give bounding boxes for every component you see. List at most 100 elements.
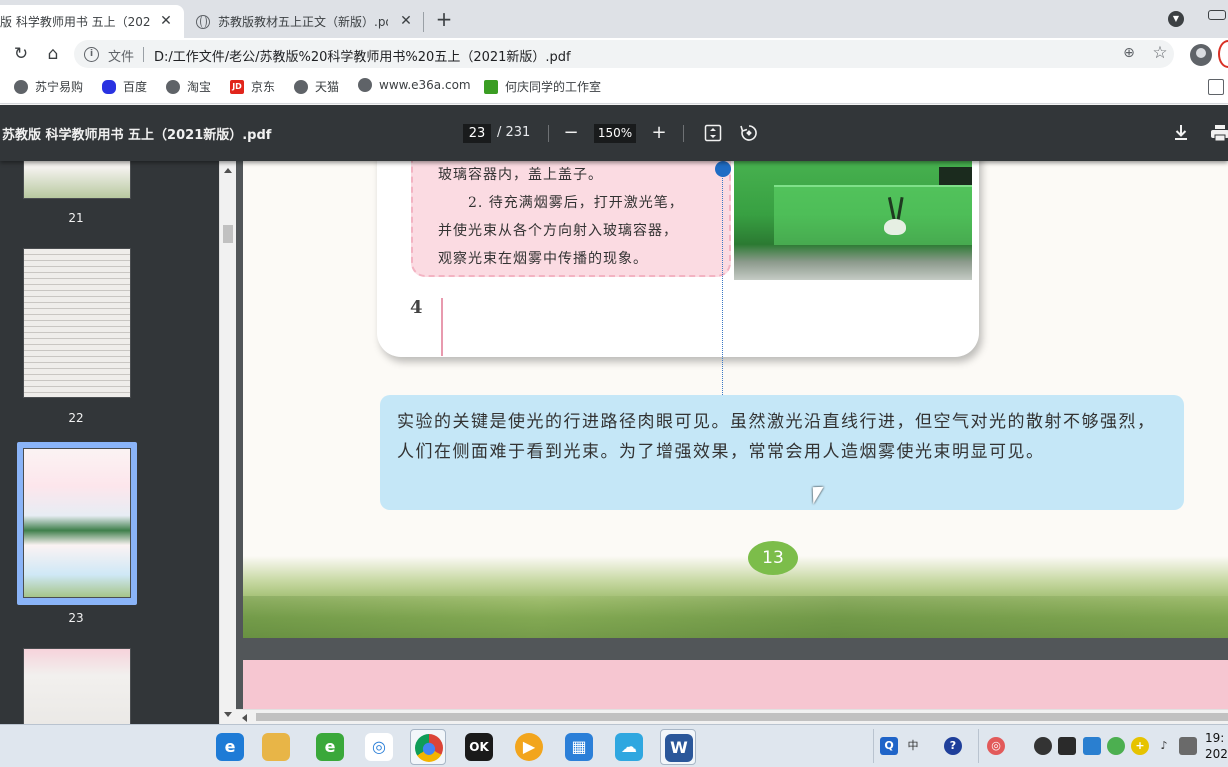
bookmark-suning[interactable]: 苏宁易购 <box>14 78 83 95</box>
app-tray-icon[interactable]: ◎ <box>987 737 1005 755</box>
leaf-icon <box>484 79 498 94</box>
document-viewport[interactable]: 玻璃容器内，盖上盖子。 2. 待充满烟雾后，打开激光笔， 并使光束从各个方向射入… <box>236 161 1228 709</box>
tray-icon[interactable] <box>1107 737 1125 755</box>
scroll-left-arrow[interactable] <box>242 714 247 722</box>
taskbar-chrome[interactable]: ● <box>410 729 446 765</box>
bookmark-studio[interactable]: 何庆同学的工作室 <box>484 78 601 95</box>
ime-mode-label[interactable]: 中 <box>904 737 922 755</box>
taskbar-word[interactable]: W <box>660 729 696 765</box>
bookmarks-bar: 苏宁易购 百度 淘宝 JD 京东 天猫 www.e36a.com 何庆同学的工作… <box>0 70 1228 104</box>
tray-icon[interactable] <box>1034 737 1052 755</box>
annotation-anchor-dot[interactable] <box>715 161 731 177</box>
tab-pdf-second[interactable]: 苏教版教材五上正文（新版）.pd ✕ <box>186 5 424 38</box>
taskbar-recorder[interactable]: OK <box>461 729 497 765</box>
url-text[interactable]: D:/工作文件/老公/苏教版%20科学教师用书%20五上（2021新版）.pdf <box>154 46 571 65</box>
word-icon: W <box>665 734 693 762</box>
ime-q-icon[interactable]: Q <box>880 737 898 755</box>
taskbar-player[interactable]: ▶ <box>511 729 547 765</box>
bookmark-label: 百度 <box>123 80 148 94</box>
bookmark-label: 京东 <box>251 80 276 94</box>
bookmark-jd[interactable]: JD 京东 <box>230 78 275 95</box>
bookmark-taobao[interactable]: 淘宝 <box>166 78 211 95</box>
toolbar-separator <box>548 125 549 142</box>
help-icon[interactable]: ? <box>944 737 962 755</box>
zoom-in-button[interactable]: + <box>647 121 671 145</box>
clock[interactable]: 19: 202 <box>1205 730 1228 762</box>
fit-page-icon[interactable] <box>701 121 725 145</box>
extension-icon[interactable] <box>1218 40 1228 68</box>
bookmark-label: 淘宝 <box>187 80 212 94</box>
zoom-icon[interactable]: ⊕ <box>1120 45 1138 63</box>
security-label: 文件 <box>108 50 135 65</box>
address-bar[interactable]: i 文件 D:/工作文件/老公/苏教版%20科学教师用书%20五上（2021新版… <box>74 40 1174 68</box>
tab-title: 版 科学教师用书 五上（202 <box>0 15 151 29</box>
clock-date: 202 <box>1205 747 1228 761</box>
laser-smoke-photo <box>734 161 972 280</box>
bookmark-baidu[interactable]: 百度 <box>102 78 147 95</box>
tray-icon[interactable] <box>1083 737 1101 755</box>
pdf-page: 玻璃容器内，盖上盖子。 2. 待充满烟雾后，打开激光笔， 并使光束从各个方向射入… <box>243 161 1228 638</box>
tab-close-icon[interactable]: ✕ <box>158 13 174 29</box>
toolbar-separator <box>683 125 684 142</box>
zoom-out-button[interactable]: − <box>559 121 583 145</box>
tiles-app-icon: ▦ <box>565 733 593 761</box>
tab-search-icon[interactable]: ▼ <box>1168 11 1184 27</box>
lamp <box>884 219 906 235</box>
bookmark-label: www.e36a.com <box>379 78 471 92</box>
thumbnail-page-21[interactable] <box>23 161 131 199</box>
volume-icon[interactable]: ♪ <box>1155 737 1173 755</box>
thumbnail-page-24[interactable] <box>23 648 131 724</box>
thumbnail-page-22[interactable] <box>23 248 131 398</box>
reload-icon[interactable]: ↻ <box>10 43 32 65</box>
download-icon[interactable] <box>1169 121 1193 145</box>
blue-note-text: 实验的关键是使光的行进路径肉眼可见。虽然激光沿直线行进，但空气对光的散射不够强烈… <box>397 412 1156 462</box>
clock-time: 19: <box>1205 731 1225 745</box>
tab-pdf-active[interactable]: 版 科学教师用书 五上（202 ✕ <box>0 5 184 38</box>
taskbar-ie[interactable]: e <box>212 729 248 765</box>
scrollbar-thumb[interactable] <box>223 225 233 243</box>
sidebar-scrollbar[interactable] <box>219 161 236 724</box>
pink-note-line: 玻璃容器内，盖上盖子。 <box>438 167 603 183</box>
nvidia-icon[interactable] <box>1058 737 1076 755</box>
profile-avatar-icon[interactable] <box>1190 44 1212 66</box>
home-icon[interactable]: ⌂ <box>42 43 64 65</box>
tab-divider <box>423 12 424 32</box>
thumbnail-label: 22 <box>68 411 84 425</box>
mouse-cursor <box>812 486 825 505</box>
tray-icon[interactable]: + <box>1131 737 1149 755</box>
bookmark-label: 苏宁易购 <box>35 80 84 94</box>
network-icon[interactable] <box>1179 737 1197 755</box>
meadow-background <box>243 556 1228 638</box>
globe-icon <box>196 14 210 29</box>
taskbar-green-browser[interactable]: e <box>312 729 348 765</box>
rotate-icon[interactable] <box>737 121 761 145</box>
taskbar-explorer[interactable] <box>258 729 294 765</box>
bookmark-star-icon[interactable]: ☆ <box>1150 43 1170 63</box>
next-pdf-page <box>243 660 1228 709</box>
scroll-down-arrow[interactable] <box>224 712 232 717</box>
reading-list-icon[interactable] <box>1208 79 1224 95</box>
thumbnail-page-23[interactable] <box>23 448 131 598</box>
browser-green-icon: e <box>316 733 344 761</box>
video-recorder-icon: OK <box>465 733 493 761</box>
address-separator <box>143 47 144 62</box>
zoom-input[interactable]: 150% <box>594 124 636 143</box>
tab-close-icon[interactable]: ✕ <box>398 13 414 29</box>
taskbar-tiles[interactable]: ▦ <box>561 729 597 765</box>
window-restore-icon[interactable] <box>1208 10 1226 20</box>
taskbar-cloud[interactable]: ☁ <box>611 729 647 765</box>
new-tab-button[interactable]: + <box>432 8 456 32</box>
page-total: / 231 <box>497 125 531 140</box>
chrome-icon: ● <box>415 734 443 762</box>
site-info-icon[interactable]: i <box>84 47 99 62</box>
bookmark-tmall[interactable]: 天猫 <box>294 78 339 95</box>
bookmark-e36a[interactable]: www.e36a.com <box>358 78 471 92</box>
scroll-up-arrow[interactable] <box>224 168 232 173</box>
cloud-app-icon: ☁ <box>615 733 643 761</box>
page-number-input[interactable]: 23 <box>463 124 491 143</box>
taskbar-netdisk[interactable]: ◎ <box>361 729 397 765</box>
horizontal-scrollbar[interactable] <box>236 709 1228 724</box>
print-icon[interactable] <box>1208 121 1228 145</box>
jd-icon: JD <box>230 79 244 94</box>
scrollbar-thumb[interactable] <box>256 713 1228 721</box>
